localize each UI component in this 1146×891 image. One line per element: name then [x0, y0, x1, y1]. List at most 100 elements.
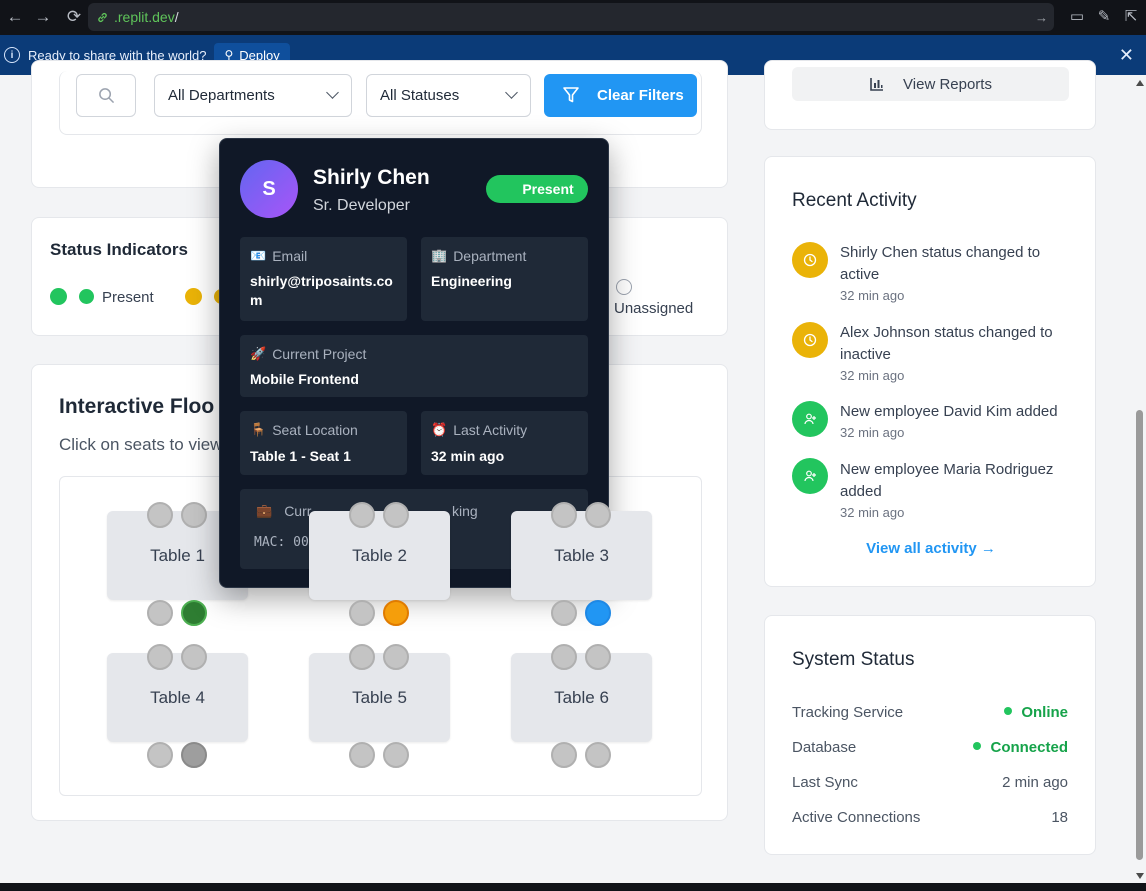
user-plus-icon	[792, 458, 828, 494]
reports-card: View Reports	[764, 60, 1096, 130]
forward-arrow-icon[interactable]: →	[28, 2, 58, 32]
bar-chart-icon	[870, 78, 884, 91]
seat[interactable]	[383, 742, 409, 768]
seat[interactable]	[585, 600, 611, 626]
activity-item-time: 32 min ago	[840, 288, 905, 303]
system-status-title: System Status	[792, 649, 915, 670]
seat[interactable]	[147, 600, 173, 626]
chevron-down-icon	[505, 86, 518, 99]
scroll-down-arrow-icon[interactable]	[1136, 873, 1144, 879]
tracking-service-label: Tracking Service	[792, 704, 904, 721]
status-indicators-title: Status Indicators	[50, 240, 188, 259]
activity-item-text: New employee David Kim added	[840, 403, 1058, 420]
status-select-value: All Statuses	[380, 87, 460, 104]
briefcase-icon: 💼	[256, 503, 273, 519]
department-value: Engineering	[431, 273, 512, 289]
back-arrow-icon[interactable]: ←	[0, 2, 30, 32]
project-box: 🚀 Current Project Mobile Frontend	[240, 335, 588, 397]
department-select-value: All Departments	[168, 87, 275, 104]
address-bar[interactable]: .replit.dev / →	[88, 3, 1054, 31]
table-4[interactable]: Table 4	[107, 653, 248, 742]
email-icon: 📧	[250, 248, 267, 264]
building-icon: 🏢	[431, 248, 448, 264]
seat[interactable]	[349, 502, 375, 528]
seat[interactable]	[147, 742, 173, 768]
activity-item-text: Alex Johnson status changed to inactive	[840, 324, 1053, 363]
connected-dot-icon	[973, 742, 982, 750]
seat[interactable]	[181, 600, 207, 626]
floor-plan-title: Interactive Floo	[59, 395, 215, 418]
activity-item-text: Shirly Chen status changed to active	[840, 244, 1041, 283]
status-select[interactable]: All Statuses	[366, 74, 531, 117]
last-sync-value: 2 min ago	[1002, 774, 1068, 791]
reload-icon[interactable]: ⟳	[59, 2, 89, 32]
page-scrollbar[interactable]	[1133, 75, 1146, 883]
mac-address: MAC: 00	[254, 535, 309, 550]
table-5[interactable]: Table 5	[309, 653, 450, 742]
clock-icon	[792, 242, 828, 278]
alarm-clock-icon: ⏰	[431, 422, 448, 438]
seat[interactable]	[551, 742, 577, 768]
email-label: Email	[272, 248, 308, 264]
seat[interactable]	[585, 742, 611, 768]
seat[interactable]	[349, 742, 375, 768]
scroll-thumb[interactable]	[1136, 410, 1143, 860]
activity-item-time: 32 min ago	[840, 505, 905, 520]
clear-filters-label: Clear Filters	[597, 87, 684, 104]
table-label: Table 4	[150, 687, 205, 707]
project-label: Current Project	[272, 346, 367, 362]
seat[interactable]	[383, 600, 409, 626]
seat[interactable]	[147, 644, 173, 670]
seat[interactable]	[181, 742, 207, 768]
seat[interactable]	[551, 502, 577, 528]
view-reports-button[interactable]: View Reports	[792, 67, 1069, 101]
seat[interactable]	[349, 600, 375, 626]
last-activity-box: ⏰ Last Activity 32 min ago	[421, 411, 588, 475]
monitor-icon[interactable]: ▭	[1068, 6, 1086, 26]
table-label: Table 1	[150, 545, 205, 565]
scroll-up-arrow-icon[interactable]	[1136, 80, 1144, 86]
email-value: shirly@triposaints.com	[250, 273, 393, 308]
department-label: Department	[453, 248, 527, 264]
search-input[interactable]	[76, 74, 136, 117]
external-link-icon[interactable]: ⇱	[1122, 6, 1140, 26]
table-3[interactable]: Table 3	[511, 511, 652, 600]
seat[interactable]	[585, 502, 611, 528]
clock-icon	[792, 322, 828, 358]
present-dot-icon	[50, 288, 67, 305]
seat[interactable]	[551, 600, 577, 626]
seat[interactable]	[551, 644, 577, 670]
close-icon[interactable]: ✕	[1119, 45, 1134, 66]
go-arrow-icon[interactable]: →	[1035, 10, 1048, 25]
seat[interactable]	[181, 644, 207, 670]
chair-icon: 🪑	[250, 422, 267, 438]
table-6[interactable]: Table 6	[511, 653, 652, 742]
tracking-service-value: Online	[1021, 704, 1068, 721]
activity-item-time: 32 min ago	[840, 425, 905, 440]
view-all-activity-link[interactable]: View all activity →	[765, 540, 1097, 557]
status-badge: Present	[486, 175, 588, 203]
database-status: Connected	[973, 739, 1068, 756]
active-connections-label: Active Connections	[792, 809, 921, 826]
department-select[interactable]: All Departments	[154, 74, 352, 117]
floor-plan-subtitle: Click on seats to view	[59, 435, 223, 454]
device-label-end: king	[452, 503, 478, 519]
filter-icon	[563, 87, 579, 103]
clear-filters-button[interactable]: Clear Filters	[544, 74, 697, 117]
wrench-icon[interactable]: ✎	[1095, 6, 1113, 26]
recent-activity-title: Recent Activity	[792, 190, 917, 211]
chevron-down-icon	[326, 86, 339, 99]
seat[interactable]	[181, 502, 207, 528]
table-2[interactable]: Table 2	[309, 511, 450, 600]
employee-name: Shirly Chen	[313, 166, 430, 189]
last-activity-label: Last Activity	[453, 422, 528, 438]
seat[interactable]	[585, 644, 611, 670]
seat[interactable]	[349, 644, 375, 670]
seat[interactable]	[383, 644, 409, 670]
info-icon: i	[4, 47, 20, 63]
seat[interactable]	[147, 502, 173, 528]
seat[interactable]	[383, 502, 409, 528]
project-value: Mobile Frontend	[250, 371, 359, 387]
table-label: Table 2	[352, 545, 407, 565]
database-value: Connected	[990, 739, 1068, 756]
